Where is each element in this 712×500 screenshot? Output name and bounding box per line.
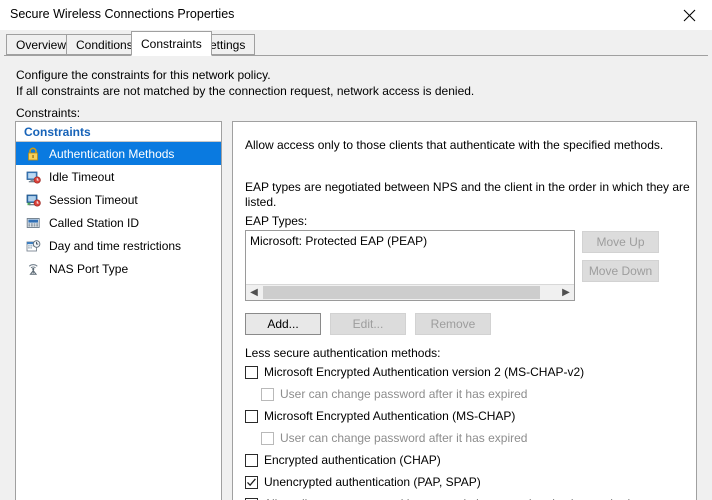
antenna-icon	[24, 260, 42, 278]
list-item-label: Day and time restrictions	[49, 238, 182, 253]
description-line-2: If all constraints are not matched by th…	[16, 84, 475, 98]
list-item-label: Idle Timeout	[49, 169, 115, 184]
checkbox-ms-chap-change-password[interactable]: User can change password after it has ex…	[261, 431, 527, 445]
keypad-icon	[24, 214, 42, 232]
checkbox-box	[245, 409, 258, 423]
list-item-idle-timeout[interactable]: Idle Timeout	[16, 165, 221, 188]
padlock-icon	[24, 145, 42, 163]
list-item-label: Called Station ID	[49, 215, 140, 230]
scrollbar-thumb[interactable]	[263, 286, 540, 299]
checkbox-label: Unencrypted authentication (PAP, SPAP)	[264, 475, 481, 489]
checkbox-ms-chap-v2-change-password[interactable]: User can change password after it has ex…	[261, 387, 527, 401]
scroll-right-icon[interactable]: ▶	[558, 285, 574, 300]
scroll-left-icon[interactable]: ◀	[246, 285, 262, 300]
checkbox-box	[261, 431, 274, 445]
checkbox-label: Microsoft Encrypted Authentication (MS-C…	[264, 409, 516, 423]
list-item-label: NAS Port Type	[49, 261, 129, 276]
monitor-clock-icon	[24, 168, 42, 186]
description-line-1: Configure the constraints for this netwo…	[16, 68, 271, 82]
constraints-list[interactable]: Constraints Authentication Methods Idle …	[15, 121, 222, 500]
list-item-session-timeout[interactable]: Session Timeout	[16, 188, 221, 211]
eap-note-line-2: listed.	[245, 195, 277, 209]
authentication-methods-pane: Allow access only to those clients that …	[232, 121, 697, 500]
move-down-button[interactable]: Move Down	[582, 260, 659, 282]
list-item-called-station-id[interactable]: Called Station ID	[16, 211, 221, 234]
constraints-column-header: Constraints	[16, 122, 221, 142]
constraints-label: Constraints:	[16, 106, 81, 120]
add-button[interactable]: Add...	[245, 313, 321, 335]
checkbox-pap-spap[interactable]: Unencrypted authentication (PAP, SPAP)	[245, 475, 481, 489]
list-item-label: Session Timeout	[49, 192, 138, 207]
properties-dialog: Secure Wireless Connections Properties O…	[0, 0, 712, 500]
close-icon[interactable]	[666, 0, 712, 30]
pane-intro-text: Allow access only to those clients that …	[245, 138, 664, 152]
monitor-clock-icon	[24, 191, 42, 209]
list-item-day-and-time-restrictions[interactable]: Day and time restrictions	[16, 234, 221, 257]
checkbox-chap[interactable]: Encrypted authentication (CHAP)	[245, 453, 441, 467]
checkbox-label: User can change password after it has ex…	[280, 431, 528, 445]
checkbox-label: Encrypted authentication (CHAP)	[264, 453, 441, 467]
window-title: Secure Wireless Connections Properties	[10, 7, 235, 21]
less-secure-methods-label: Less secure authentication methods:	[245, 346, 441, 360]
checkbox-ms-chap[interactable]: Microsoft Encrypted Authentication (MS-C…	[245, 409, 515, 423]
dialog-body: Configure the constraints for this netwo…	[0, 56, 712, 500]
title-bar: Secure Wireless Connections Properties	[0, 0, 712, 30]
checkbox-box	[245, 475, 258, 489]
checkmark-icon	[247, 477, 256, 486]
move-up-button[interactable]: Move Up	[582, 231, 659, 253]
checkbox-box	[245, 453, 258, 467]
list-item-nas-port-type[interactable]: NAS Port Type	[16, 257, 221, 280]
checkbox-label: User can change password after it has ex…	[280, 387, 528, 401]
checkbox-label: Microsoft Encrypted Authentication versi…	[264, 365, 585, 379]
list-item-authentication-methods[interactable]: Authentication Methods	[16, 142, 221, 165]
remove-button[interactable]: Remove	[415, 313, 491, 335]
checkbox-box	[245, 365, 258, 379]
eap-type-item[interactable]: Microsoft: Protected EAP (PEAP)	[250, 234, 427, 248]
edit-button[interactable]: Edit...	[330, 313, 406, 335]
tab-constraints[interactable]: Constraints	[131, 31, 212, 56]
eap-types-horizontal-scrollbar[interactable]: ◀ ▶	[246, 284, 574, 300]
checkbox-box	[261, 387, 274, 401]
eap-note-line-1: EAP types are negotiated between NPS and…	[245, 180, 690, 194]
eap-types-listbox[interactable]: Microsoft: Protected EAP (PEAP) ◀ ▶	[245, 230, 575, 301]
list-item-label: Authentication Methods	[49, 146, 175, 161]
calendar-clock-icon	[24, 237, 42, 255]
checkbox-ms-chap-v2[interactable]: Microsoft Encrypted Authentication versi…	[245, 365, 584, 379]
eap-types-label: EAP Types:	[245, 214, 308, 228]
